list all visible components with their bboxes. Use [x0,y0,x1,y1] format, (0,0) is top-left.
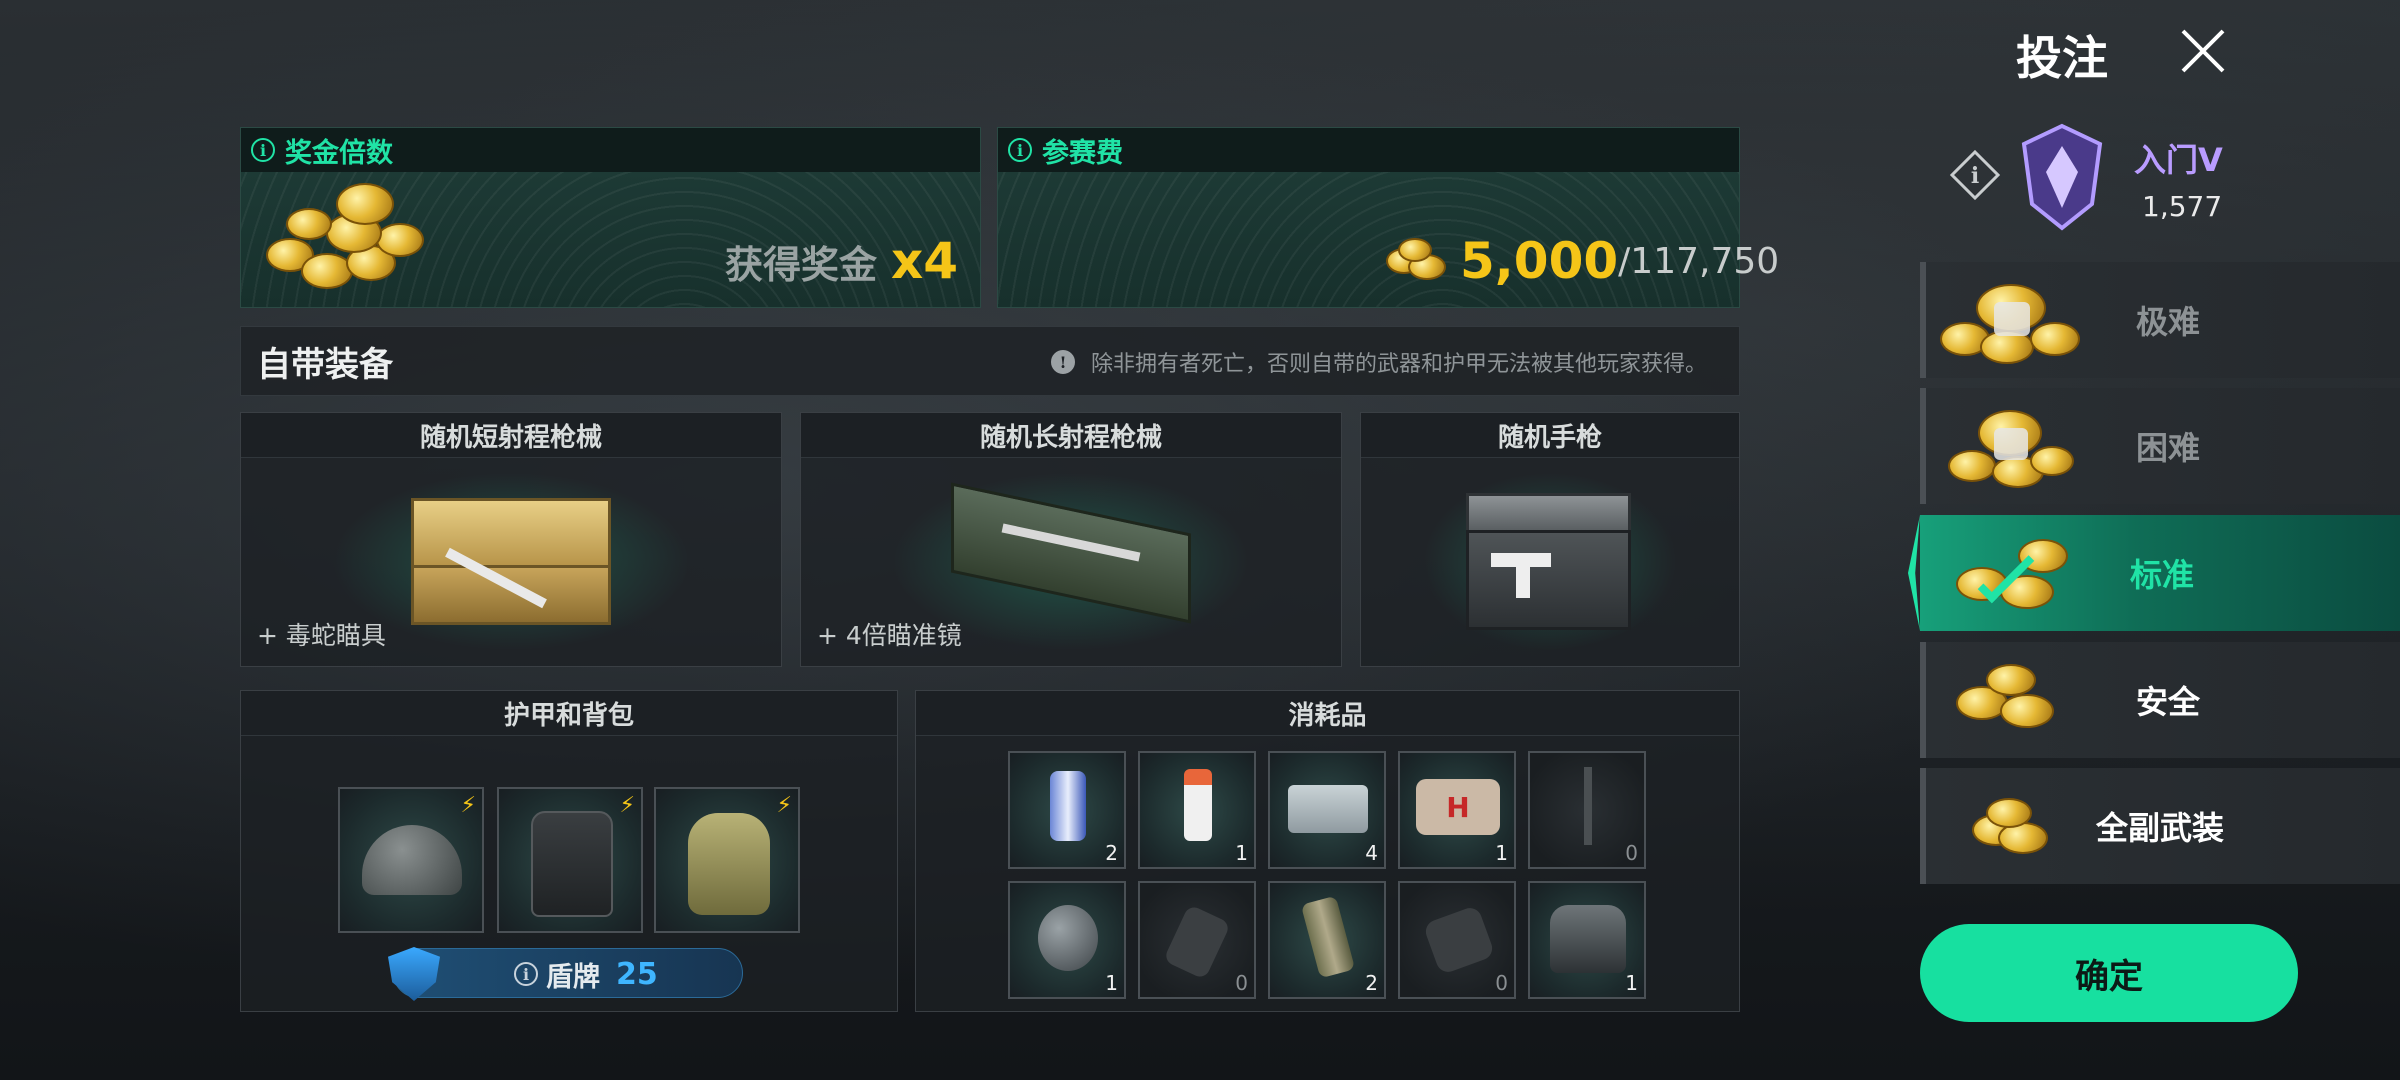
prize-multiplier-card: i 奖金倍数 获得奖金 x4 [240,127,981,308]
weapon-panel-title: 随机短射程枪械 [241,413,781,458]
coins-icon [1972,798,2062,858]
bandage-icon [1288,785,1368,833]
consumable-slot[interactable]: 1 [1008,881,1126,999]
consumable-slot[interactable]: 0 [1138,881,1256,999]
weapon-panel-pistol[interactable]: 随机手枪 [1360,412,1740,667]
backpack-icon [688,813,770,915]
equipment-title: 自带装备 [257,344,393,385]
rank-points: 1,577 [2142,190,2223,223]
consumable-slot[interactable]: 0 [1528,751,1646,869]
syringe-icon [1584,767,1592,845]
consumable-slot[interactable]: H 1 [1398,751,1516,869]
entry-fee-card: i 参赛费 5,000 /117,750 [997,127,1779,308]
vest-icon [531,811,613,917]
deployable-cover-icon [1550,905,1626,973]
coins-icon [1956,664,2076,736]
rank-info-icon[interactable]: i [1949,149,2001,201]
warning-icon: ! [1051,350,1075,374]
shield-bar[interactable]: i 盾牌 25 [388,947,743,1001]
armor-slot-helmet[interactable]: ⚡ [338,787,484,933]
consumables-panel-title: 消耗品 [916,691,1739,736]
energy-drink-icon [1050,771,1086,841]
helmet-icon [362,825,462,895]
coins-icon [1386,238,1448,282]
rank-name: 入门V [2134,141,2223,179]
page-title: 投注 [2016,31,2108,85]
armor-slot-vest[interactable]: ⚡ [497,787,643,933]
armor-panel: 护甲和背包 ⚡ ⚡ ⚡ i 盾牌 25 [240,690,898,1012]
weapon-panel-title: 随机手枪 [1361,413,1739,458]
armor-slot-backpack[interactable]: ⚡ [654,787,800,933]
svg-text:i: i [1971,163,1979,189]
weapon-attachment: + 毒蛇瞄具 [257,621,386,650]
equipment-notice: 除非拥有者死亡，否则自带的武器和护甲无法被其他玩家获得。 [1091,352,1708,377]
frag-grenade-icon [1038,905,1098,971]
upgrade-bolt-icon: ⚡ [776,793,792,818]
weapon-panel-title: 随机长射程枪械 [801,413,1341,458]
medkit-icon: H [1416,779,1500,835]
rifle-case-icon [951,482,1201,628]
coin-balance: /117,750 [1618,240,1780,282]
prize-multiplier-header: i 奖金倍数 [241,128,980,172]
close-icon[interactable] [2178,26,2228,76]
pistol-crate-icon [1461,488,1641,638]
consumable-slot[interactable]: 2 [1268,881,1386,999]
info-icon[interactable]: i [251,138,275,162]
consumable-slot[interactable]: 4 [1268,751,1386,869]
prize-text: 获得奖金 x4 [724,232,958,290]
difficulty-option-hard[interactable]: 困难 [1920,388,2400,504]
equipment-title-bar: 自带装备 ! 除非拥有者死亡，否则自带的武器和护甲无法被其他玩家获得。 [240,326,1740,396]
rank-badge-icon [2020,122,2104,232]
consumable-slot[interactable]: 0 [1398,881,1516,999]
info-icon[interactable]: i [514,962,538,986]
difficulty-option-safe[interactable]: 安全 [1920,642,2400,758]
difficulty-option-fully-armed[interactable]: 全副武装 [1920,768,2400,884]
weapon-attachment: + 4倍瞄准镜 [817,621,962,650]
entry-fee-amount: 5,000 /117,750 [1460,232,1780,290]
upgrade-bolt-icon: ⚡ [619,793,635,818]
armor-panel-title: 护甲和背包 [241,691,897,736]
stun-grenade-icon [1422,904,1496,976]
coin-pile-icon [266,183,436,298]
confirm-button[interactable]: 确定 [1920,924,2298,1022]
painkiller-icon [1184,769,1212,841]
difficulty-name: 标准 [2130,556,2195,594]
shield-label: 盾牌 [546,961,600,993]
coin-stack-lock-icon [1940,274,2090,366]
difficulty-name: 全副武装 [2096,809,2225,847]
weapon-panel-long-range[interactable]: 随机长射程枪械 + 4倍瞄准镜 [800,412,1342,667]
consumables-panel: 消耗品 2 1 4 H 1 0 1 0 2 0 1 [915,690,1740,1012]
difficulty-name: 安全 [2136,683,2201,721]
difficulty-option-extreme[interactable]: 极难 [1920,262,2400,378]
consumable-slot[interactable]: 1 [1528,881,1646,999]
coins-check-icon [1956,531,2086,621]
molotov-icon [1163,904,1231,980]
prize-multiplier: x4 [890,232,958,290]
shield-value: 25 [616,956,658,992]
weapon-panel-short-range[interactable]: 随机短射程枪械 + 毒蛇瞄具 [240,412,782,667]
coin-stack-lock-icon [1948,400,2078,492]
confirm-button-label: 确定 [2075,956,2143,997]
smoke-grenade-icon [1300,895,1356,979]
difficulty-name: 极难 [2136,303,2201,341]
info-icon[interactable]: i [1008,138,1032,162]
gold-weapon-crate-icon [401,483,621,633]
consumable-slot[interactable]: 2 [1008,751,1126,869]
difficulty-name: 困难 [2136,429,2201,467]
entry-fee-header: i 参赛费 [998,128,1739,172]
upgrade-bolt-icon: ⚡ [460,793,476,818]
consumable-slot[interactable]: 1 [1138,751,1256,869]
difficulty-option-standard[interactable]: 标准 [1920,515,2400,631]
shield-icon [388,947,440,1001]
